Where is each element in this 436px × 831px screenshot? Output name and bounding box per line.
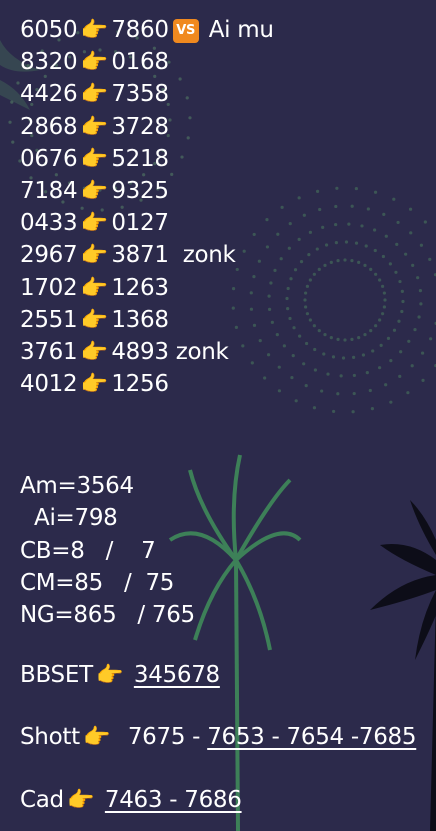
number-left: 2967 <box>20 242 78 269</box>
pair-row: 2551 👉 1368 <box>20 304 430 336</box>
backhand-index-pointing-right-icon: 👉 <box>80 211 108 237</box>
cad-line: Cad 👉 7463 - 7686 <box>20 784 430 816</box>
backhand-index-pointing-right-icon: 👉 <box>96 663 124 689</box>
header-label: Ai mu <box>208 17 274 43</box>
backhand-index-pointing-right-icon: 👉 <box>67 787 95 813</box>
prediction-list: 6050 👉 7860 VS Ai mu 8320 👉 0168 4426 👉 7358 2868 👉… <box>20 14 430 816</box>
number-left: 8320 <box>20 49 78 76</box>
backhand-index-pointing-right-icon: 👉 <box>80 339 108 365</box>
backhand-index-pointing-right-icon: 👉 <box>80 307 108 333</box>
backhand-index-pointing-right-icon: 👉 <box>80 82 108 108</box>
pair-row: 2967 👉 3871 zonk <box>20 239 430 271</box>
number-left: 2868 <box>20 113 78 140</box>
pair-row: 1702 👉 1263 <box>20 272 430 304</box>
number-right: 1256 <box>111 371 169 398</box>
backhand-index-pointing-right-icon: 👉 <box>80 178 108 204</box>
shott-line: Shott 👉 7675 - 7653 - 7654 -7685 <box>20 721 430 753</box>
bbset-label: BBSET <box>20 662 93 689</box>
stat-am: Am=3564 <box>20 473 134 500</box>
pair-row: 4426 👉 7358 <box>20 78 430 110</box>
backhand-index-pointing-right-icon: 👉 <box>80 372 108 398</box>
backhand-index-pointing-right-icon: 👉 <box>83 725 111 751</box>
number-left: 4012 <box>20 371 78 398</box>
pair-row: 0433 👉 0127 <box>20 207 430 239</box>
number-right: 1263 <box>111 274 169 301</box>
pair-row: 2868 👉 3728 <box>20 111 430 143</box>
number-left: 3761 <box>20 338 78 365</box>
pair-row: 4012 👉 1256 <box>20 368 430 400</box>
pairs-list: 8320 👉 0168 4426 👉 7358 2868 👉 3728 0676 👉 5218 7184… <box>20 46 430 400</box>
pair-row: 8320 👉 0168 <box>20 46 430 78</box>
cad-value: 7463 - 7686 <box>104 786 242 813</box>
number-right: 5218 <box>111 145 169 172</box>
number-right: 4893 <box>111 338 169 365</box>
number-left: 0433 <box>20 210 78 237</box>
pair-note: zonk <box>168 242 236 269</box>
number-right: 3728 <box>111 113 169 140</box>
vs-badge: VS <box>172 19 199 43</box>
backhand-index-pointing-right-icon: 👉 <box>80 50 108 76</box>
header-line: 6050 👉 7860 VS Ai mu <box>20 14 430 46</box>
bbset-line: BBSET 👉 345678 <box>20 659 430 691</box>
number-right: 3871 <box>111 242 169 269</box>
backhand-index-pointing-right-icon: 👉 <box>80 114 108 140</box>
pair-row: 0676 👉 5218 <box>20 143 430 175</box>
number-left: 1702 <box>20 274 78 301</box>
backhand-index-pointing-right-icon: 👉 <box>80 146 108 172</box>
number-right: 0168 <box>111 49 169 76</box>
stat-cb: CB=8 / 7 <box>20 537 156 564</box>
pair-note: zonk <box>168 338 229 365</box>
number-right: 1368 <box>111 306 169 333</box>
stat-ng: NG=865 / 765 <box>20 602 195 628</box>
number-right: 7860 <box>111 17 169 43</box>
stat-ai: Ai=798 <box>20 505 118 532</box>
pair-row: 3761 👉 4893 zonk <box>20 336 430 368</box>
number-left: 2551 <box>20 306 78 333</box>
shott-label: Shott <box>20 724 80 751</box>
number-left: 4426 <box>20 81 78 108</box>
number-right: 7358 <box>111 81 169 108</box>
number-left: 6050 <box>20 17 78 43</box>
number-left: 7184 <box>20 177 78 204</box>
cad-label: Cad <box>20 786 64 813</box>
stat-cm: CM=85 / 75 <box>20 569 175 596</box>
backhand-index-pointing-right-icon: 👉 <box>80 275 108 301</box>
backhand-index-pointing-right-icon: 👉 <box>80 18 108 43</box>
number-left: 0676 <box>20 145 78 172</box>
backhand-index-pointing-right-icon: 👉 <box>80 243 108 269</box>
number-right: 9325 <box>111 177 169 204</box>
shott-underlined: 7653 - 7654 -7685 <box>207 724 417 751</box>
shott-plain: 7675 - <box>113 724 208 751</box>
number-right: 0127 <box>111 210 169 237</box>
pair-row: 7184 👉 9325 <box>20 175 430 207</box>
bbset-value: 345678 <box>133 662 220 689</box>
